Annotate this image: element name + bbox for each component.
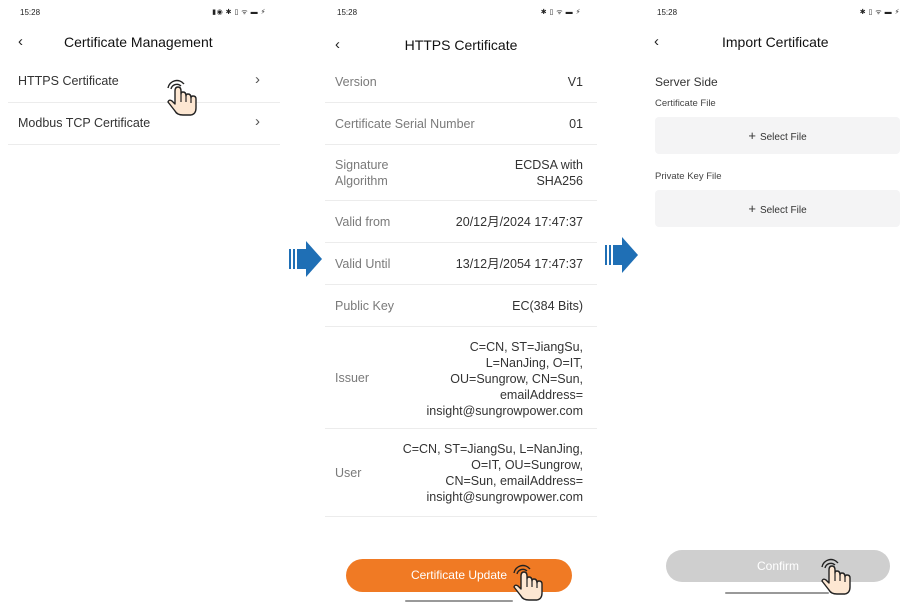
detail-key: Signature Algorithm — [335, 158, 389, 188]
detail-key: Valid from — [335, 215, 391, 229]
select-certificate-file-button[interactable]: + Select File — [655, 117, 900, 154]
detail-row-user: User C=CN, ST=JiangSu, L=NanJing, O=IT, … — [325, 429, 597, 517]
menu-item-https-certificate[interactable]: HTTPS Certificate › — [8, 61, 280, 103]
flow-arrow-icon — [289, 241, 322, 277]
detail-key: Issuer — [335, 371, 370, 385]
status-time: 15:28 — [657, 8, 678, 17]
header: ‹ Import Certificate — [645, 32, 900, 54]
tap-hand-icon — [513, 564, 543, 601]
status-bar: 15:28 ✱ ▯ ᯤ ▬ ⚡ — [325, 6, 597, 20]
chevron-right-icon: › — [255, 71, 260, 88]
detail-value: V1 — [567, 75, 583, 89]
detail-value: 13/12月/2054 17:47:37 — [455, 257, 583, 271]
status-bar: 15:28 ▮◉ ✱ ▯ ᯤ ▬ ⚡ — [8, 6, 280, 20]
detail-row-valid-until: Valid Until 13/12月/2054 17:47:37 — [325, 243, 597, 285]
detail-value: C=CN, ST=JiangSu, L=NanJing, O=IT, OU=Su… — [402, 442, 583, 504]
select-file-label: Select File — [759, 205, 807, 216]
private-key-file-label: Private Key File — [655, 171, 722, 182]
home-indicator — [725, 592, 829, 594]
home-indicator — [405, 600, 513, 602]
status-icons: ✱ ▯ ᯤ ▬ ⚡ — [859, 9, 900, 16]
menu-item-label: Modbus TCP Certificate — [18, 116, 151, 130]
detail-row-issuer: Issuer C=CN, ST=JiangSu, L=NanJing, O=IT… — [325, 327, 597, 429]
detail-row-valid-from: Valid from 20/12月/2024 17:47:37 — [325, 201, 597, 243]
plus-icon: + — [748, 201, 756, 216]
back-icon[interactable]: ‹ — [18, 32, 23, 52]
chevron-right-icon: › — [255, 113, 260, 130]
menu-item-modbus-tcp-certificate[interactable]: Modbus TCP Certificate › — [8, 103, 280, 145]
select-private-key-file-button[interactable]: + Select File — [655, 190, 900, 227]
page-title: Import Certificate — [722, 34, 829, 50]
detail-key: Version — [335, 75, 377, 89]
certificate-management-screen: 15:28 ▮◉ ✱ ▯ ᯤ ▬ ⚡ ‹ Certificate Managem… — [8, 0, 280, 603]
confirm-button[interactable]: Confirm — [666, 550, 890, 582]
detail-value: C=CN, ST=JiangSu, L=NanJing, O=IT, OU=Su… — [426, 340, 583, 418]
status-icons: ▮◉ ✱ ▯ ᯤ ▬ ⚡ — [212, 9, 266, 16]
tap-hand-icon — [821, 558, 851, 595]
detail-row-public-key: Public Key EC(384 Bits) — [325, 285, 597, 327]
detail-value: 01 — [569, 117, 583, 131]
status-bar: 15:28 ✱ ▯ ᯤ ▬ ⚡ — [645, 6, 900, 20]
back-icon[interactable]: ‹ — [654, 32, 659, 52]
detail-value: ECDSA with SHA256 — [514, 158, 583, 188]
detail-key: Certificate Serial Number — [335, 117, 475, 131]
plus-icon: + — [748, 128, 756, 143]
detail-key: Public Key — [335, 299, 395, 313]
status-time: 15:28 — [337, 8, 358, 17]
page-title: Certificate Management — [64, 34, 213, 50]
certificate-file-label: Certificate File — [655, 98, 716, 109]
detail-value: 20/12月/2024 17:47:37 — [455, 215, 583, 229]
menu-item-label: HTTPS Certificate — [18, 74, 119, 88]
header: ‹ Certificate Management — [8, 32, 280, 54]
status-icons: ✱ ▯ ᯤ ▬ ⚡ — [540, 9, 581, 16]
status-time: 15:28 — [20, 8, 41, 17]
tap-hand-icon — [167, 79, 197, 116]
detail-row-signature-algorithm: Signature Algorithm ECDSA with SHA256 — [325, 145, 597, 201]
https-certificate-screen: 15:28 ✱ ▯ ᯤ ▬ ⚡ ‹ HTTPS Certificate Vers… — [325, 0, 597, 603]
select-file-label: Select File — [759, 132, 807, 143]
section-title-server-side: Server Side — [655, 75, 718, 89]
detail-key: User — [335, 466, 362, 480]
detail-row-serial-number: Certificate Serial Number 01 — [325, 103, 597, 145]
detail-row-version: Version V1 — [325, 61, 597, 103]
header: ‹ HTTPS Certificate — [325, 35, 597, 57]
import-certificate-screen: 15:28 ✱ ▯ ᯤ ▬ ⚡ ‹ Import Certificate Ser… — [645, 0, 900, 603]
flow-arrow-icon — [605, 237, 638, 273]
detail-value: EC(384 Bits) — [512, 299, 583, 313]
detail-key: Valid Until — [335, 257, 391, 271]
page-title: HTTPS Certificate — [404, 37, 518, 53]
